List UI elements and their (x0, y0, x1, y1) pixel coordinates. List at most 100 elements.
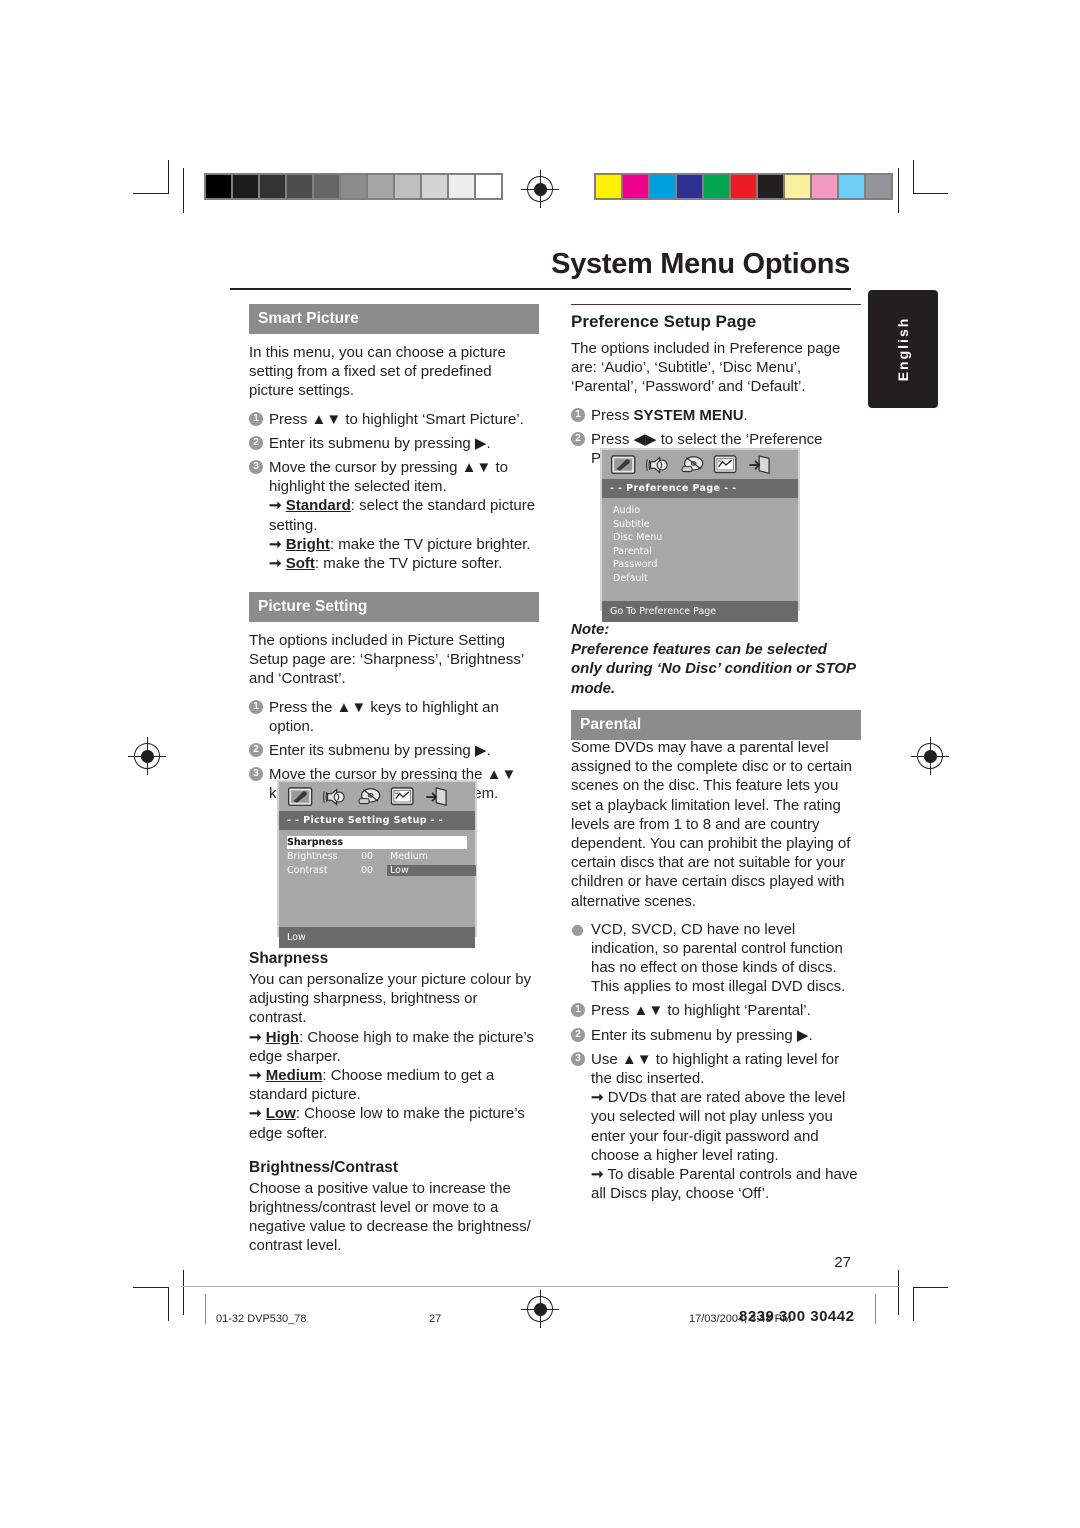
step-number: 3 (249, 767, 263, 782)
step-number: 2 (249, 743, 263, 757)
step-text-bold: SYSTEM MENU (633, 406, 744, 424)
manual-page: System Menu Options English Smart Pictur… (0, 0, 1080, 1528)
osd-item-disc-menu[interactable]: Disc Menu (612, 531, 798, 545)
step-text: Enter its submenu by pressing ▶. (269, 742, 491, 759)
osd-status-bar: Low (279, 927, 475, 948)
sharpness-option-low: ➞ Low: Choose low to make the picture’s … (249, 1104, 539, 1142)
step-number: 2 (571, 1027, 585, 1042)
osd-option-label: Medium (390, 851, 428, 862)
step-number: 1 (249, 411, 263, 426)
footer-publication-code: 8239 300 30442 (739, 1308, 855, 1325)
brightness-contrast-body: Choose a positive value to increase the … (249, 1179, 531, 1255)
osd-row-label: Sharpness (287, 837, 344, 848)
step-text: Move the cursor by pressing ▲▼ to highli… (269, 458, 508, 496)
option-keyword: Standard (285, 497, 351, 515)
osd-option-medium[interactable]: Medium (387, 850, 476, 863)
arrow-icon: ➞ (249, 1105, 262, 1123)
osd-item-subtitle[interactable]: Subtitle (612, 518, 798, 532)
right-column-parental: Some DVDs may have a parental level assi… (571, 738, 861, 1208)
osd-picture-setting-screenshot: - - Picture Setting Setup - - Sharpness … (277, 780, 477, 948)
arrow-icon: ➞ (249, 1028, 262, 1046)
step-text: Press the ▲▼ keys to highlight an option… (269, 698, 499, 735)
step-text: Enter its submenu by pressing ▶. (269, 434, 491, 452)
osd-item-parental[interactable]: Parental (612, 545, 798, 559)
bullet-text: VCD, SVCD, CD have no level indication, … (591, 920, 846, 996)
arrow-icon: ➞ (249, 1066, 262, 1084)
option-keyword: High (265, 1028, 300, 1046)
sharpness-option-high: ➞ High: Choose high to make the picture’… (249, 1028, 539, 1066)
video-setup-icon (358, 788, 381, 805)
parental-body: Some DVDs may have a parental level assi… (571, 739, 852, 910)
smart-picture-step-3: 3 Move the cursor by pressing ▲▼ to high… (249, 458, 539, 573)
osd-preference-page-screenshot: - - Preference Page - - Audio Subtitle D… (600, 448, 800, 622)
picture-setting-step-1: 1 Press the ▲▼ keys to highlight an opti… (249, 698, 539, 736)
osd-row-label: Contrast (287, 865, 328, 876)
bullet-icon (572, 924, 583, 936)
left-column: Smart Picture In this menu, you can choo… (249, 304, 539, 809)
osd-item-password[interactable]: Password (612, 558, 798, 572)
option-keyword: Medium (265, 1066, 323, 1084)
subheading-sharpness: Sharpness (249, 950, 329, 967)
preference-setup-intro: The options included in Preference page … (571, 340, 841, 396)
footer-rule-right (875, 1294, 876, 1324)
preference-step-1: 1 Press SYSTEM MENU. (571, 406, 861, 425)
exit-setup-icon (426, 787, 447, 807)
osd-item-default[interactable]: Default (612, 572, 798, 586)
picture-setting-intro: The options included in Picture Setting … (249, 632, 524, 688)
step-text-post: . (743, 406, 748, 424)
video-setup-icon (681, 456, 704, 473)
osd-item-audio[interactable]: Audio (612, 504, 798, 518)
arrow-icon: ➞ (269, 497, 282, 515)
osd-option-high[interactable]: High (387, 836, 476, 849)
option-text: : make the TV picture softer. (314, 554, 503, 572)
osd-icon-bar (602, 450, 798, 479)
exit-setup-icon (749, 455, 770, 475)
osd-row-label: Brightness (287, 851, 338, 862)
osd-preference-items: Audio Subtitle Disc Menu Parental Passwo… (602, 498, 798, 585)
step-number: 3 (571, 1051, 585, 1066)
section-heading-picture-setting: Picture Setting (249, 592, 539, 623)
osd-row-value: 00 (361, 865, 374, 876)
smart-picture-option-bright: ➞ Bright: make the TV picture brighter. (269, 535, 539, 554)
step-text: Enter its submenu by pressing ▶. (591, 1026, 813, 1044)
arrow-icon: ➞ (269, 535, 282, 553)
page-title: System Menu Options (551, 248, 850, 280)
step-text-pre: Press (591, 406, 634, 424)
osd-body: Audio Subtitle Disc Menu Parental Passwo… (602, 498, 798, 622)
smart-picture-intro: In this menu, you can choose a picture s… (249, 344, 506, 400)
option-keyword: Bright (285, 535, 330, 553)
section-divider (571, 304, 861, 305)
step-number: 1 (571, 1003, 585, 1018)
step-text: Press ▲▼ to highlight ‘Parental’. (591, 1002, 811, 1020)
parental-step-1: 1 Press ▲▼ to highlight ‘Parental’. (571, 1001, 861, 1020)
left-column-lower: Sharpness You can personalize your pictu… (249, 950, 539, 1264)
osd-title: - - Picture Setting Setup - - (279, 811, 475, 830)
step-number: 1 (249, 699, 263, 714)
sharpness-intro: You can personalize your picture colour … (249, 971, 532, 1027)
osd-icon-bar (279, 782, 475, 811)
audio-setup-icon (322, 788, 345, 806)
smart-picture-step-2: 2 Enter its submenu by pressing ▶. (249, 434, 539, 453)
subheading-brightness-contrast: Brightness/Contrast (249, 1158, 398, 1176)
note-text: Preference features can be selected only… (571, 640, 856, 697)
parental-option-2: ➞ To disable Parental controls and have … (591, 1165, 861, 1203)
arrow-icon: ➞ (591, 1165, 604, 1183)
smart-picture-option-soft: ➞ Soft: make the TV picture softer. (269, 554, 539, 573)
step-text: Press ▲▼ to highlight ‘Smart Picture’. (269, 410, 524, 428)
osd-option-low[interactable]: Low (387, 864, 476, 877)
option-text: To disable Parental controls and have al… (591, 1165, 858, 1203)
sharpness-option-medium: ➞ Medium: Choose medium to get a standar… (249, 1066, 539, 1104)
step-number: 2 (249, 435, 263, 450)
step-number: 2 (571, 431, 585, 446)
osd-option-label: High (390, 837, 412, 848)
preference-setup-icon (713, 455, 737, 474)
language-tab: English (868, 290, 938, 408)
footer-page: 27 (429, 1313, 442, 1325)
preference-setup-icon (390, 787, 414, 806)
option-text: DVDs that are rated above the level you … (591, 1089, 846, 1164)
section-heading-preference-setup: Preference Setup Page (571, 312, 757, 331)
note-label: Note: (571, 621, 610, 638)
footer-divider (181, 1286, 899, 1287)
step-number: 1 (571, 407, 585, 422)
arrow-icon: ➞ (269, 554, 282, 572)
